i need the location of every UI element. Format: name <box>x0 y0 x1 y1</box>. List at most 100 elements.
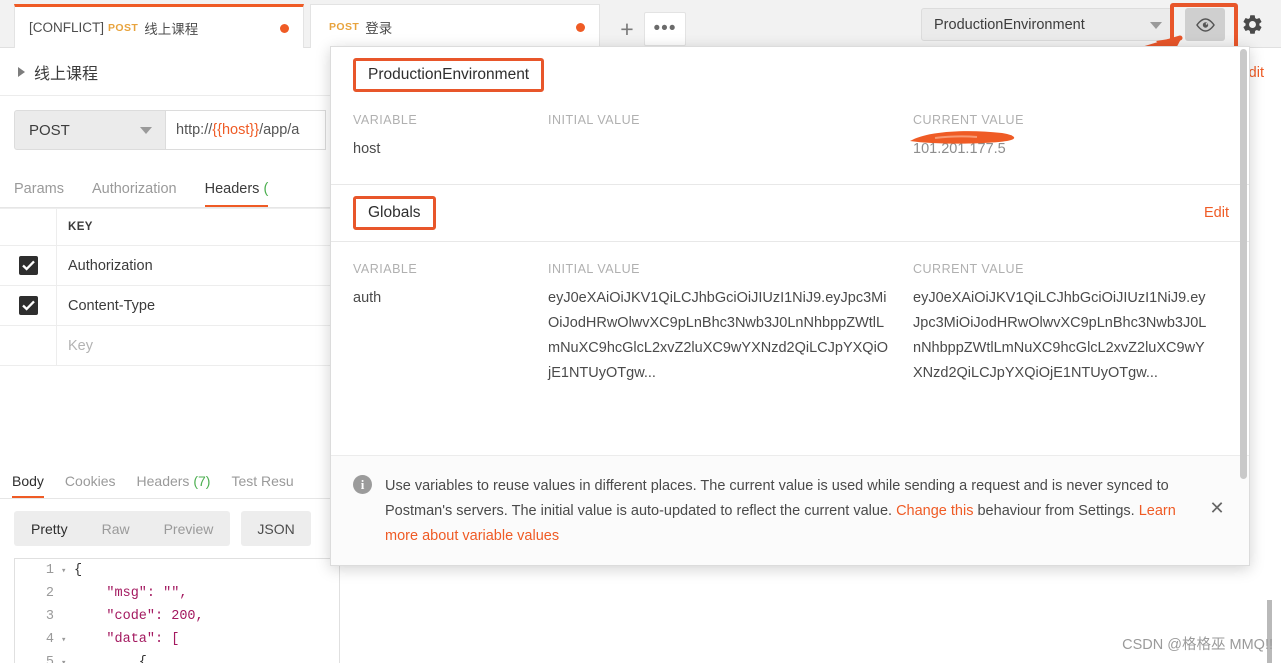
url-prefix: http:// <box>176 122 213 138</box>
variables-column-headers: VARIABLE INITIAL VALUE CURRENT VALUE <box>331 252 1249 286</box>
variable-current-value: eyJ0eXAiOiJKV1QiLCJhbGciOiJIUzI1NiJ9.eyJ… <box>913 290 1207 381</box>
code-line: 4 ▾ "data": [ <box>15 628 339 651</box>
column-initial-value: INITIAL VALUE <box>548 262 640 276</box>
code-line: 1 ▾ { <box>15 559 339 582</box>
code-line: 3 "code": 200, <box>15 605 339 628</box>
url-suffix: /app/a <box>259 122 300 138</box>
variable-current-value: 101.201.177.5 <box>913 141 1006 157</box>
table-row[interactable]: Content-Type <box>0 286 340 326</box>
column-current-value: CURRENT VALUE <box>913 113 1024 127</box>
request-tab-bar: [CONFLICT] POST 线上课程 POST 登录 + ••• Produ… <box>0 0 1281 85</box>
tab-params[interactable]: Params <box>14 181 64 207</box>
info-text-part2: behaviour from Settings. <box>973 503 1139 519</box>
info-text: Use variables to reuse values in differe… <box>372 474 1205 549</box>
tab-cookies[interactable]: Cookies <box>65 473 116 498</box>
postman-window: [CONFLICT] POST 线上课程 POST 登录 + ••• Produ… <box>0 0 1281 663</box>
variable-name: auth <box>353 290 382 306</box>
environment-toolbar: ProductionEnvironment <box>921 8 1269 41</box>
response-body-code[interactable]: 1 ▾ { 2 "msg": "", 3 "code": 200, 4 ▾ "d… <box>14 558 340 663</box>
collection-name: 线上课程 <box>34 65 99 83</box>
tab-test-results[interactable]: Test Resu <box>231 473 293 498</box>
tab-headers-count: ( <box>263 181 269 197</box>
panel-section-edit-link[interactable]: Edit <box>1204 205 1229 221</box>
column-variable: VARIABLE <box>353 113 418 127</box>
variables-column-headers: VARIABLE INITIAL VALUE CURRENT VALUE <box>331 103 1249 137</box>
variable-initial-value <box>548 137 913 162</box>
tab-response-headers[interactable]: Headers (7) <box>137 473 211 498</box>
table-row[interactable]: Authorization <box>0 246 340 286</box>
headers-table-header-row: KEY <box>0 209 340 246</box>
panel-scrollbar[interactable] <box>1240 49 1247 479</box>
close-icon[interactable]: ✕ <box>1205 474 1229 549</box>
gear-icon <box>1242 15 1261 34</box>
tab-response-headers-label: Headers <box>136 473 190 489</box>
header-enabled-checkbox[interactable] <box>0 326 57 365</box>
http-method-select[interactable]: POST <box>14 110 166 150</box>
tab-body[interactable]: Body <box>12 473 44 498</box>
request-builder-pane: 线上课程 POST http://{{host}}/app/a Params A… <box>0 48 340 663</box>
code-line-number: 5 <box>45 655 54 663</box>
panel-section-header-environment: ProductionEnvironment <box>331 47 1249 103</box>
code-line-number: 3 <box>45 609 54 624</box>
tab-unsaved-dot <box>280 23 289 33</box>
format-raw[interactable]: Raw <box>85 521 147 537</box>
response-format-group: Pretty Raw Preview <box>14 511 231 546</box>
column-variable: VARIABLE <box>353 262 418 276</box>
tab-options-button[interactable]: ••• <box>644 12 686 46</box>
url-row: POST http://{{host}}/app/a <box>0 96 340 150</box>
header-enabled-checkbox[interactable] <box>0 246 57 285</box>
new-tab-button[interactable]: + <box>606 12 648 46</box>
code-fold-arrow[interactable]: ▾ <box>61 658 74 663</box>
checkbox-checked-icon <box>18 256 38 275</box>
change-this-link[interactable]: Change this <box>896 503 973 519</box>
tab-authorization[interactable]: Authorization <box>92 181 177 207</box>
code-line-number: 2 <box>45 586 54 601</box>
tab-title: 登录 <box>365 20 393 36</box>
format-pretty[interactable]: Pretty <box>14 521 85 537</box>
format-preview[interactable]: Preview <box>147 521 231 537</box>
url-input[interactable]: http://{{host}}/app/a <box>166 110 326 150</box>
collection-header-row[interactable]: 线上课程 <box>0 48 340 96</box>
code-line: 5 ▾ { <box>15 651 339 663</box>
code-line-text: "code": 200, <box>74 609 204 624</box>
environment-quick-look-button[interactable] <box>1185 8 1225 41</box>
response-format-bar: Pretty Raw Preview JSON <box>0 499 340 546</box>
column-current-value: CURRENT VALUE <box>913 262 1024 276</box>
response-language-select[interactable]: JSON <box>241 511 311 546</box>
code-line-number: 4 <box>45 632 54 647</box>
column-initial-value: INITIAL VALUE <box>548 113 640 127</box>
tab-headers[interactable]: Headers ( <box>204 181 269 207</box>
tab-headers-label: Headers <box>204 181 260 197</box>
chevron-down-icon <box>1150 21 1162 29</box>
environment-select[interactable]: ProductionEnvironment <box>921 8 1174 41</box>
response-section-tabs: Body Cookies Headers (7) Test Resu <box>0 461 340 499</box>
tab-title: 线上课程 <box>144 21 199 37</box>
response-pane: Body Cookies Headers (7) Test Resu Prett… <box>0 461 340 663</box>
code-line-number: 1 <box>45 563 54 578</box>
table-row-empty[interactable]: Key <box>0 326 340 366</box>
tab-method-badge: POST <box>329 20 360 33</box>
headers-table: KEY Authorization Content-Type Key <box>0 208 340 366</box>
tab-conflict-线上课程[interactable]: [CONFLICT] POST 线上课程 <box>14 4 304 48</box>
header-key-placeholder[interactable]: Key <box>57 326 340 365</box>
info-icon: i <box>353 475 372 494</box>
header-key[interactable]: Content-Type <box>57 286 340 325</box>
tab-method-badge: POST <box>108 21 139 34</box>
variable-initial-value: eyJ0eXAiOiJKV1QiLCJhbGciOiJIUzI1NiJ9.eyJ… <box>548 290 889 381</box>
header-enabled-checkbox[interactable] <box>0 286 57 325</box>
code-line-text: { <box>74 563 83 578</box>
panel-section-title: Globals <box>353 196 436 230</box>
variable-row: auth eyJ0eXAiOiJKV1QiLCJhbGciOiJIUzI1NiJ… <box>331 286 1249 386</box>
url-variable: {{host}} <box>212 122 260 138</box>
request-section-tabs: Params Authorization Headers ( <box>0 162 340 208</box>
code-line: 2 "msg": "", <box>15 582 339 605</box>
tab-login[interactable]: POST 登录 <box>310 4 600 48</box>
chevron-down-icon <box>140 127 152 134</box>
chevron-right-icon <box>18 66 25 77</box>
code-line-text: "data": [ <box>74 632 180 647</box>
header-key[interactable]: Authorization <box>57 246 340 285</box>
code-fold-arrow[interactable]: ▾ <box>61 635 74 645</box>
checkbox-checked-icon <box>18 296 38 315</box>
settings-button[interactable] <box>1235 8 1269 41</box>
code-fold-arrow[interactable]: ▾ <box>61 566 74 576</box>
